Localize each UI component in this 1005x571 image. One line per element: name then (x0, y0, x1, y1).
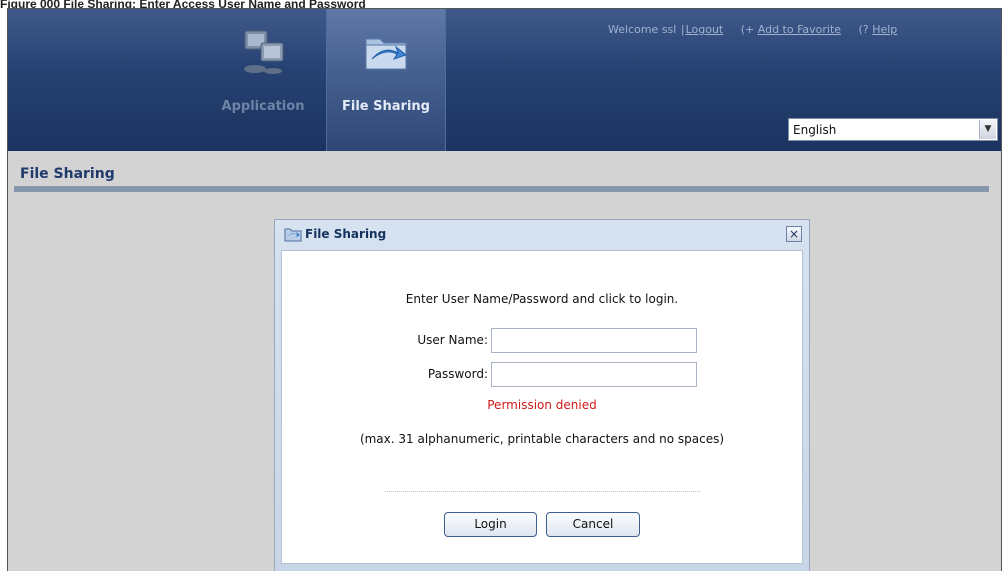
tab-application-label: Application (221, 99, 305, 114)
help-link[interactable]: Help (872, 23, 897, 36)
credential-hint: (max. 31 alphanumeric, printable charact… (359, 432, 725, 446)
separator: | (680, 23, 685, 36)
user-name-input[interactable] (491, 328, 697, 353)
language-selected-value: English (793, 123, 837, 137)
chevron-down-icon[interactable]: ▼ (979, 120, 996, 139)
password-row: Password: (282, 362, 802, 388)
password-input[interactable] (491, 362, 697, 387)
password-label: Password: (427, 367, 488, 381)
user-name-label: User Name: (417, 333, 488, 347)
help-icon: (? (858, 23, 869, 36)
tab-file-sharing-label: File Sharing (342, 99, 430, 114)
tab-file-sharing[interactable]: File Sharing (326, 9, 446, 151)
add-to-favorite-link[interactable]: Add to Favorite (758, 23, 841, 36)
topbar-highlight (8, 9, 1001, 69)
error-message: Permission denied (487, 398, 597, 412)
login-button[interactable]: Login (444, 512, 537, 537)
dialog-title: File Sharing (305, 227, 387, 241)
file-sharing-icon (365, 38, 408, 70)
add-favorite-icon: (+ (740, 23, 755, 36)
welcome-text: Welcome ssl (608, 23, 677, 36)
dialog-body: Enter User Name/Password and click to lo… (281, 250, 803, 564)
tab-application[interactable]: Application (208, 9, 318, 151)
language-select[interactable]: English ▼ (788, 118, 998, 141)
close-icon[interactable]: × (786, 226, 802, 242)
logout-link[interactable]: Logout (686, 23, 724, 36)
title-divider (14, 186, 989, 192)
dialog-header[interactable]: File Sharing × (275, 220, 809, 248)
file-sharing-icon (284, 228, 302, 242)
login-instructions: Enter User Name/Password and click to lo… (405, 292, 679, 306)
user-menu: Welcome ssl |Logout (+ Add to Favorite (… (608, 23, 1001, 36)
top-navigation-bar: Application File Sharing Welcome ssl |Lo… (8, 9, 1001, 151)
file-sharing-login-dialog: File Sharing × Enter User Name/Password … (274, 219, 810, 571)
application-icon (244, 30, 284, 74)
cancel-button[interactable]: Cancel (546, 512, 640, 537)
dotted-divider (385, 491, 700, 492)
app-window: Application File Sharing Welcome ssl |Lo… (7, 8, 1002, 571)
page-title: File Sharing (20, 166, 115, 182)
user-name-row: User Name: (282, 328, 802, 354)
